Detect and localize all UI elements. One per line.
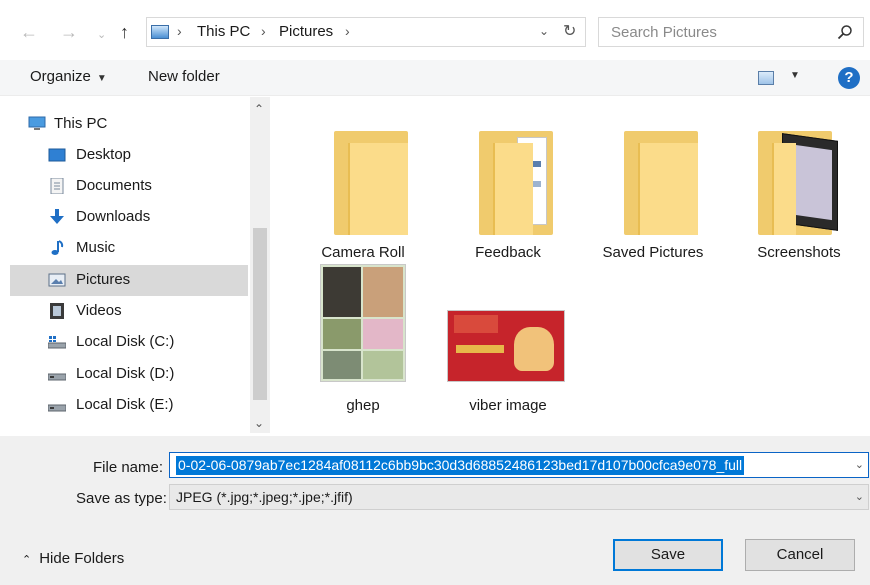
chevron-down-icon[interactable]: ⌄ [855,458,864,471]
save-button[interactable]: Save [613,539,723,571]
file-label: Camera Roll [321,244,405,261]
search-placeholder: Search Pictures [611,24,717,41]
command-bar: Organize ▼ New folder ▼ ? [0,60,870,96]
folder-icon [479,131,553,235]
pc-icon [28,116,46,130]
folder-item-screenshots[interactable]: Screenshots [734,109,864,261]
folder-item-camera-roll[interactable]: Camera Roll [298,109,428,261]
organize-menu[interactable]: Organize ▼ [30,68,107,85]
file-name-value: 0-02-06-0879ab7ec1284af08112c6bb9bc30d3d… [176,456,745,475]
sidebar-item-label: This PC [54,115,108,132]
sidebar-item-label: Documents [76,177,152,194]
hide-folders-label: Hide Folders [39,550,125,567]
videos-icon [50,303,64,319]
file-list: Camera Roll Feedback Saved Pictures Scre… [272,97,870,433]
file-label: ghep [346,397,380,414]
hide-folders-toggle[interactable]: ⌃ Hide Folders [22,550,124,567]
breadcrumb-separator-icon[interactable]: › [261,23,266,39]
sidebar-item-label: Music [76,239,116,256]
new-folder-button[interactable]: New folder [148,68,220,85]
sidebar-scrollbar-thumb[interactable] [253,228,267,400]
breadcrumb-separator-icon[interactable]: › [177,23,182,39]
breadcrumb-separator-icon[interactable]: › [345,23,350,39]
navigation-pane: This PC Desktop Documents Downloads Musi… [0,97,270,433]
save-as-type-select[interactable]: JPEG (*.jpg;*.jpeg;*.jpe;*.jfif) ⌄ [169,484,869,510]
forward-arrow-icon[interactable]: → [60,22,78,42]
recent-locations-chevron-icon[interactable]: ⌄ [97,25,106,45]
sidebar-item-label: Videos [76,302,122,319]
image-item-ghep[interactable]: ghep [298,262,428,414]
file-label: viber image [469,397,547,414]
documents-icon [50,178,64,194]
downloads-icon [50,209,64,224]
sidebar-item-desktop[interactable]: Desktop [10,140,248,171]
save-as-type-value: JPEG (*.jpg;*.jpeg;*.jpe;*.jfif) [176,489,353,505]
breadcrumb-this-pc[interactable]: This PC [197,23,250,40]
folder-item-saved-pictures[interactable]: Saved Pictures [588,109,718,261]
chevron-down-icon[interactable]: ⌄ [855,490,864,503]
address-bar[interactable]: › This PC › Pictures › ⌄ ↻ [146,17,586,47]
file-name-input[interactable]: 0-02-06-0879ab7ec1284af08112c6bb9bc30d3d… [169,452,869,478]
help-icon[interactable]: ? [838,67,860,89]
pictures-icon [48,273,66,287]
save-as-type-label: Save as type: [76,490,167,507]
caret-down-icon: ▼ [96,73,107,84]
drive-icon [48,404,66,412]
address-dropdown-icon[interactable]: ⌄ [539,24,549,38]
file-label: Feedback [475,244,541,261]
sidebar-item-downloads[interactable]: Downloads [10,202,248,233]
scroll-up-icon[interactable]: ⌃ [254,102,264,116]
up-arrow-icon[interactable]: ↑ [120,22,129,42]
image-thumbnail [320,264,406,382]
desktop-icon [48,148,66,162]
sidebar-item-local-disk-e[interactable]: Local Disk (E:) [10,390,248,421]
sidebar-item-documents[interactable]: Documents [10,171,248,202]
drive-c-icon [48,336,66,349]
back-arrow-icon[interactable]: ← [20,22,38,42]
sidebar-item-label: Local Disk (C:) [76,333,175,350]
image-thumbnail [447,310,565,382]
music-icon [51,240,64,255]
image-item-viber-image[interactable]: viber image [443,262,573,414]
sidebar-item-label: Pictures [76,271,131,288]
sidebar-item-label: Local Disk (D:) [76,365,175,382]
sidebar-item-videos[interactable]: Videos [10,296,248,327]
pc-icon [151,25,169,39]
sidebar-item-label: Desktop [76,146,132,163]
scroll-down-icon[interactable]: ⌄ [254,416,264,430]
address-row: ← → ⌄ ↑ › This PC › Pictures › ⌄ ↻ Searc… [0,0,870,60]
folder-item-feedback[interactable]: Feedback [443,109,573,261]
organize-label: Organize [30,68,91,85]
view-options-icon[interactable] [758,71,774,85]
caret-down-icon[interactable]: ▼ [790,70,800,81]
folder-icon [334,131,408,235]
sidebar-item-pictures[interactable]: Pictures [10,265,248,296]
refresh-icon[interactable]: ↻ [563,21,576,41]
folder-icon [624,131,698,235]
search-icon[interactable] [837,24,853,40]
cancel-button[interactable]: Cancel [745,539,855,571]
sidebar-item-label: Local Disk (E:) [76,396,174,413]
breadcrumb-pictures[interactable]: Pictures [279,23,333,40]
sidebar-item-local-disk-d[interactable]: Local Disk (D:) [10,359,248,390]
chevron-up-icon: ⌃ [22,554,32,566]
sidebar-item-label: Downloads [76,208,151,225]
file-label: Saved Pictures [602,244,704,261]
sidebar-item-this-pc[interactable]: This PC [28,109,266,140]
file-label: Screenshots [757,244,841,261]
folder-icon [758,131,838,235]
sidebar-item-music[interactable]: Music [10,233,248,264]
search-input[interactable]: Search Pictures [598,17,864,47]
file-name-label: File name: [93,459,164,476]
sidebar-item-local-disk-c[interactable]: Local Disk (C:) [10,327,248,358]
drive-icon [48,373,66,381]
